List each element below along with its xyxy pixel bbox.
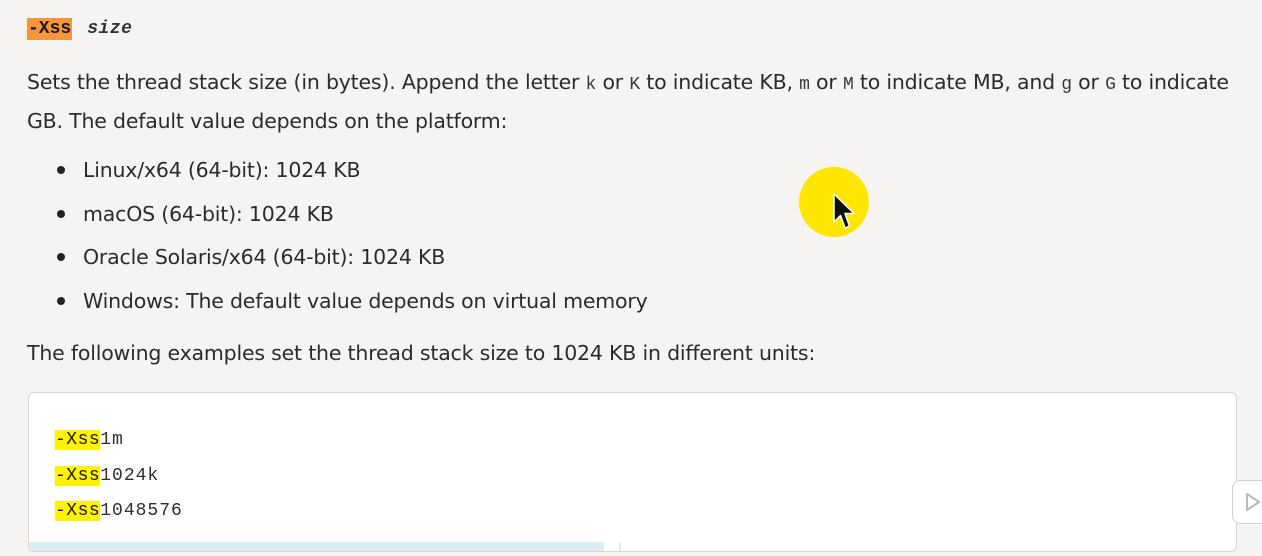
play-icon [1246, 493, 1260, 511]
code-m-upper: M [842, 75, 854, 95]
description-text: Sets the thread stack size (in bytes). A… [27, 70, 586, 94]
bullet-icon [57, 253, 65, 261]
code-m-lower: m [799, 75, 810, 95]
code-example-block: -Xss1m -Xss1024k -Xss1048576 [28, 392, 1237, 552]
code-k-upper: K [629, 75, 640, 95]
scrollbar-marker [619, 542, 621, 551]
code-lines: -Xss1m -Xss1024k -Xss1048576 [55, 423, 183, 530]
list-item: macOS (64-bit): 1024 KB [55, 196, 648, 240]
code-line: -Xss1048576 [55, 494, 183, 530]
list-item: Oracle Solaris/x64 (64-bit): 1024 KB [55, 239, 648, 283]
list-item-text: Oracle Solaris/x64 (64-bit): 1024 KB [83, 245, 446, 269]
code-value: 1048576 [100, 501, 183, 521]
description-text: or [596, 70, 630, 94]
option-heading: -Xss size [27, 16, 132, 42]
option-name: -Xss [27, 18, 73, 40]
list-item: Windows: The default value depends on vi… [55, 283, 648, 327]
code-line: -Xss1m [55, 423, 183, 459]
description-text: or [1071, 70, 1106, 94]
code-g-upper: G [1105, 75, 1116, 95]
examples-intro: The following examples set the thread st… [27, 341, 816, 365]
horizontal-scrollbar[interactable] [29, 542, 604, 551]
side-play-button[interactable] [1232, 480, 1262, 524]
code-g-lower: g [1061, 75, 1072, 95]
search-highlight: -Xss [55, 465, 101, 486]
code-k-lower: k [585, 75, 597, 95]
bullet-icon [57, 296, 65, 305]
code-line: -Xss1024k [55, 459, 183, 495]
description-text: to indicate KB, [639, 70, 800, 94]
option-parameter: size [87, 19, 133, 39]
search-highlight: -Xss [55, 501, 101, 521]
list-item-text: Windows: The default value depends on vi… [83, 288, 648, 313]
search-highlight: -Xss [55, 430, 101, 450]
option-description: Sets the thread stack size (in bytes). A… [27, 64, 1242, 139]
list-item-text: macOS (64-bit): 1024 KB [83, 201, 334, 226]
list-item-text: Linux/x64 (64-bit): 1024 KB [83, 158, 361, 182]
code-value: 1m [100, 430, 124, 450]
code-value: 1024k [100, 465, 160, 486]
description-text: to indicate MB, and [853, 70, 1062, 94]
platform-default-list: Linux/x64 (64-bit): 1024 KB macOS (64-bi… [55, 152, 648, 326]
bullet-icon [57, 166, 65, 174]
description-text: or [809, 70, 843, 94]
mouse-pointer-icon [833, 193, 855, 229]
bullet-icon [57, 209, 65, 218]
list-item: Linux/x64 (64-bit): 1024 KB [55, 152, 648, 196]
